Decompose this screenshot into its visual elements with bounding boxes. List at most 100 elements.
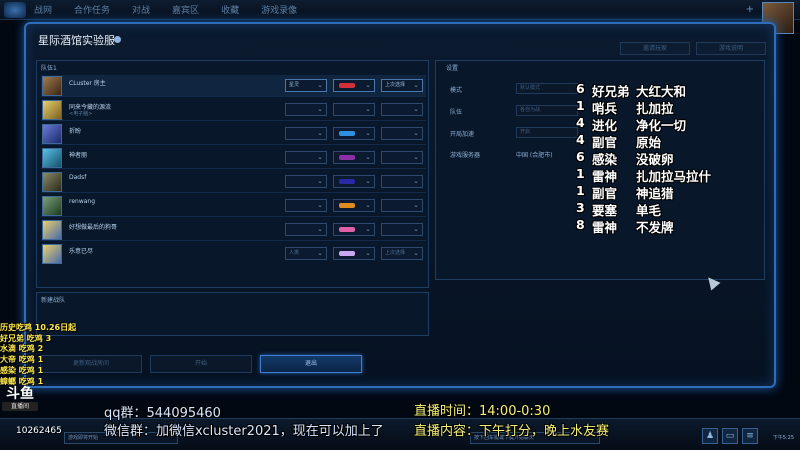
color-select[interactable]: ⌄ [333,199,375,212]
player-name: CLuster 房主 [69,80,106,87]
chevron-down-icon: ⌄ [413,225,419,233]
color-select[interactable]: ⌄ [333,175,375,188]
setting-label: 开局加速 [450,131,475,138]
start-button[interactable]: 开始 [150,355,252,373]
mode-dropdown[interactable]: 默认模式 [516,83,578,94]
race-select[interactable]: ⌄ [285,127,327,140]
chevron-down-icon: ⌄ [365,249,371,257]
setting-label: 模式 [450,87,463,94]
color-select[interactable]: ⌄ [333,79,375,92]
mode-select[interactable]: ⌄ [381,175,423,188]
douyu-logo: 斗鱼 直播间 [2,386,38,416]
player-name: Dadsf [69,174,87,181]
chevron-down-icon: ⌄ [365,81,371,89]
race-select[interactable]: 星灵 ⌄ [285,79,327,92]
color-select[interactable]: ⌄ [333,151,375,164]
player-row[interactable]: 同来今藏的源流 <电子脑> ⌄ ⌄ ⌄ [41,99,426,121]
chevron-down-icon: ⌄ [317,105,323,113]
clock: 下午5:25 [772,435,794,441]
mode-select[interactable]: ⌄ [381,223,423,236]
chat-icon[interactable]: ▭ [722,428,738,444]
player-row[interactable]: 神者丽 ⌄ ⌄ ⌄ [41,147,426,169]
chevron-down-icon: ⌄ [365,153,371,161]
chevron-down-icon: ⌄ [317,249,323,257]
history-line: 大帝 吃鸡 1 [0,355,44,365]
player-name: 乐意已尽 [69,248,94,255]
nav-item[interactable]: 战网 [34,3,52,16]
player-name: 好想做最后的狗哥 [69,224,118,231]
server-value: 中国 (合肥市) [516,152,553,159]
team-panel: 队伍1 CLuster 房主 星灵 ⌄ ⌄ 上次选择 ⌄ 同来今藏的源流 <电子脑>… [36,60,429,288]
color-select[interactable]: ⌄ [333,223,375,236]
dialog-title: 星际酒馆实验服 [38,34,115,47]
chevron-down-icon: ⌄ [317,153,323,161]
race-select[interactable]: ⌄ [285,103,327,116]
mode-select[interactable]: 上次选择 ⌄ [381,247,423,260]
color-select[interactable]: ⌄ [333,247,375,260]
chevron-down-icon: ⌄ [413,153,419,161]
nav-item[interactable]: 合作任务 [74,3,110,16]
invite-button[interactable]: 邀请玩家 [620,42,690,55]
color-select[interactable]: ⌄ [333,103,375,116]
room-id: 10262465 [16,426,62,436]
exit-button[interactable]: 退出 [260,355,362,373]
nav-item[interactable]: 嘉宾区 [172,3,199,16]
history-line: 历史吃鸡 10.26日起 [0,323,77,332]
color-swatch [339,155,355,160]
nav-item[interactable]: 游戏录像 [261,3,297,16]
setting-label: 队伍 [450,109,463,116]
player-name: renwang [69,198,96,205]
chevron-down-icon: ⌄ [317,129,323,137]
color-swatch [339,179,355,184]
player-row[interactable]: 乐意已尽 人类 ⌄ ⌄ 上次选择 ⌄ [41,243,426,265]
color-swatch [339,83,355,88]
menu-icon[interactable]: ≡ [742,428,758,444]
starcraft-logo-icon[interactable] [4,2,26,18]
chevron-down-icon: ⌄ [413,105,419,113]
game-info-button[interactable]: 游戏说明 [696,42,766,55]
new-team-panel[interactable]: 新建战队 [36,292,429,336]
player-portrait [42,244,62,264]
player-name: 神者丽 [69,152,88,159]
race-select[interactable]: ⌄ [285,175,327,188]
race-select[interactable]: ⌄ [285,223,327,236]
player-portrait [42,100,62,120]
player-row[interactable]: renwang ⌄ ⌄ ⌄ [41,195,426,217]
mode-select[interactable]: ⌄ [381,199,423,212]
chevron-down-icon: ⌄ [413,177,419,185]
team-dropdown[interactable]: 各自为战 [516,105,578,116]
color-swatch [339,203,355,208]
mode-select[interactable]: ⌄ [381,103,423,116]
nav-item[interactable]: 对战 [132,3,150,16]
chevron-down-icon: ⌄ [317,225,323,233]
player-row[interactable]: 折盼 ⌄ ⌄ ⌄ [41,123,426,145]
color-select[interactable]: ⌄ [333,127,375,140]
social-icon[interactable]: ♟ [702,428,718,444]
speed-dropdown[interactable]: 开启 [516,127,578,138]
color-swatch [339,251,355,256]
chevron-down-icon: ⌄ [413,81,419,89]
race-select[interactable]: ⌄ [285,151,327,164]
mode-select[interactable]: 上次选择 ⌄ [381,79,423,92]
race-select[interactable]: ⌄ [285,199,327,212]
history-line: 感染 吃鸡 1 [0,365,44,375]
mode-select[interactable]: ⌄ [381,127,423,140]
chevron-down-icon: ⌄ [413,249,419,257]
chevron-down-icon: ⌄ [317,81,323,89]
player-row[interactable]: CLuster 房主 星灵 ⌄ ⌄ 上次选择 ⌄ [41,75,426,97]
help-icon[interactable] [114,36,121,43]
live-time-text: 直播时间：14:00-0:30 [414,404,551,419]
mode-select[interactable]: ⌄ [381,151,423,164]
player-row[interactable]: 好想做最后的狗哥 ⌄ ⌄ ⌄ [41,219,426,241]
chevron-down-icon: ⌄ [365,201,371,209]
live-content-text: 直播内容：下午打分，晚上水友赛 [414,424,610,439]
race-select[interactable]: 人类 ⌄ [285,247,327,260]
top-icon-group: + [746,4,754,15]
player-row[interactable]: Dadsf ⌄ ⌄ ⌄ [41,171,426,193]
player-name: 折盼 [69,128,82,135]
plus-icon[interactable]: + [746,4,754,15]
chevron-down-icon: ⌄ [317,177,323,185]
color-swatch [339,227,355,232]
nav-item[interactable]: 收藏 [221,3,239,16]
player-portrait [42,76,62,96]
